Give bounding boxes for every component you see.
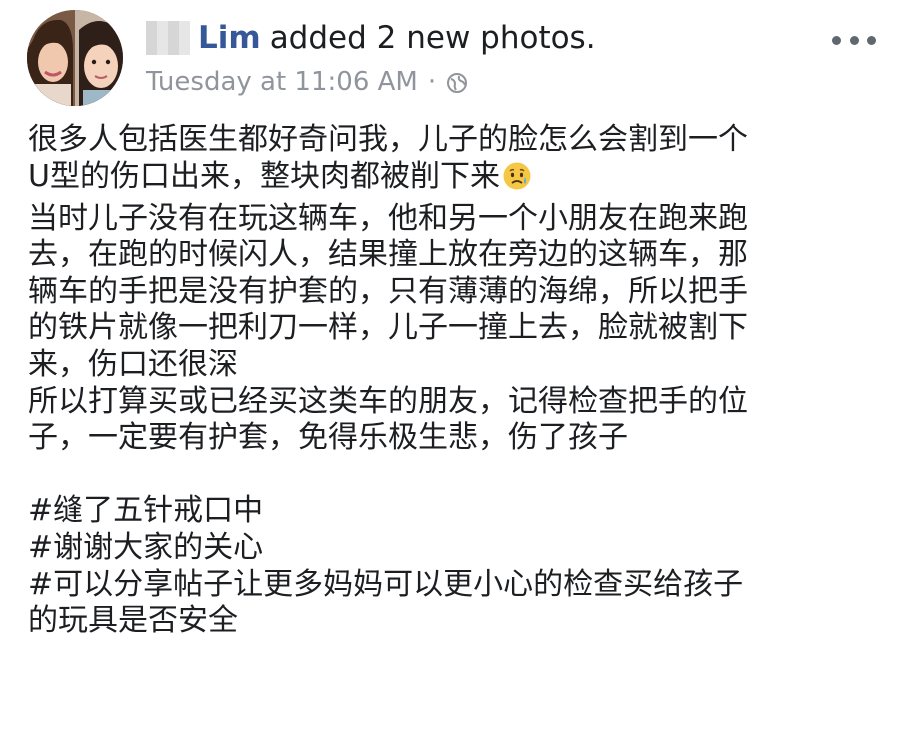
more-options-button[interactable] [832,28,876,52]
more-dot [867,35,876,45]
body-line: 去，在跑的时候闪人，结果撞上放在旁边的这辆车，那 [28,237,748,273]
body-line: 很多人包括医生都好奇问我，儿子的脸怎么会割到一个 [28,122,748,157]
post-meta: Tuesday at 11:06 AM · [146,64,468,100]
avatar-photo [27,10,123,106]
avatar[interactable] [27,10,123,106]
post-timestamp[interactable]: Tuesday at 11:06 AM [146,67,418,97]
hashtag-link[interactable]: #缝了五针戒口中 [28,493,878,530]
sad-relieved-face-emoji [502,161,532,191]
globe-icon[interactable] [446,71,468,93]
body-line-text: U型的伤口出来，整块肉都被削下来 [28,158,500,194]
body-blank-line [28,457,878,494]
poster-name-link[interactable]: Lim [198,20,261,56]
more-dot [849,35,859,45]
meta-separator: · [427,67,437,97]
post-header: Lim added 2 new photos. Tuesday at 11:06… [0,0,900,115]
body-line: 子，一定要有护套，免得乐极生悲，伤了孩子 [28,420,628,456]
body-line: 来，伤口还很深 [28,346,238,382]
redacted-name-block [146,21,190,55]
more-dot [832,35,841,45]
body-line: 所以打算买或已经买这类车的朋友，记得检查把手的位 [28,383,748,419]
post-body: 很多人包括医生都好奇问我，儿子的脸怎么会割到一个 U型的伤口出来，整块肉都被削下… [28,122,878,640]
post-action-text: added 2 new photos. [269,20,596,56]
body-line: 当时儿子没有在玩这辆车，他和另一个小朋友在跑来跑 [28,200,748,236]
hashtag-link[interactable]: #谢谢大家的关心 [28,530,878,567]
post-title-line: Lim added 2 new photos. [146,18,596,58]
hashtag-link[interactable]: #可以分享帖子让更多妈妈可以更小心的检查买给孩子 [28,567,878,604]
body-line: 的铁片就像一把利刀一样，儿子一撞上去，脸就被割下 [28,310,748,346]
hashtag-link-continuation[interactable]: 的玩具是否安全 [28,603,878,640]
body-line: U型的伤口出来，整块肉都被削下来 [28,159,878,201]
body-line: 辆车的手把是没有护套的，只有薄薄的海绵，所以把手 [28,273,748,309]
